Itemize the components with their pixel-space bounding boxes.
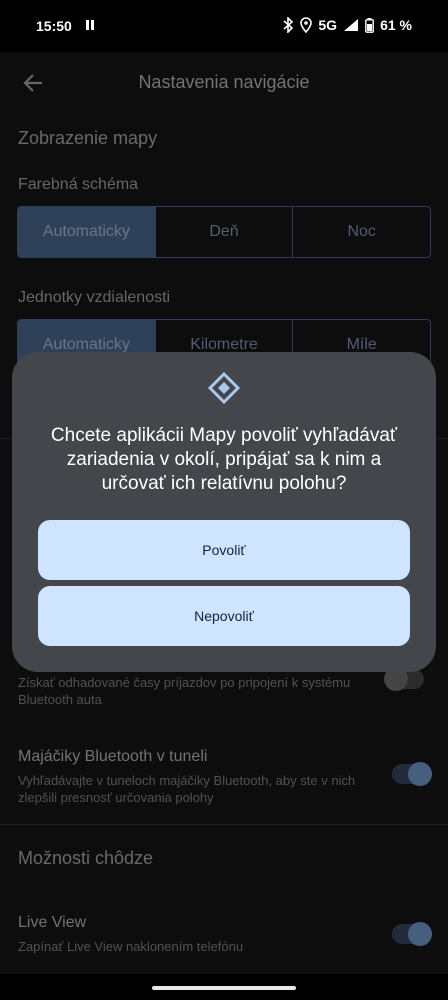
bluetooth-icon <box>282 17 294 33</box>
network-type: 5G <box>318 17 338 33</box>
status-bar: 15:50 5G 61 % <box>0 0 448 52</box>
battery-icon <box>365 17 374 33</box>
location-icon <box>300 17 313 33</box>
home-handle[interactable] <box>152 986 296 990</box>
signal-icon <box>343 18 359 32</box>
gesture-nav-bar <box>0 974 448 1000</box>
permission-dialog: Chcete aplikácii Mapy povoliť vyhľadávať… <box>12 352 436 672</box>
status-icons: 5G 61 % <box>282 17 412 33</box>
permission-message: Chcete aplikácii Mapy povoliť vyhľadávať… <box>50 425 398 494</box>
allow-button[interactable]: Povoliť <box>38 520 410 580</box>
nearby-devices-icon <box>207 371 241 405</box>
media-pause-icon <box>86 20 95 30</box>
status-time: 15:50 <box>36 18 72 34</box>
battery-level: 61 % <box>380 17 412 33</box>
deny-button[interactable]: Nepovoliť <box>38 586 410 646</box>
